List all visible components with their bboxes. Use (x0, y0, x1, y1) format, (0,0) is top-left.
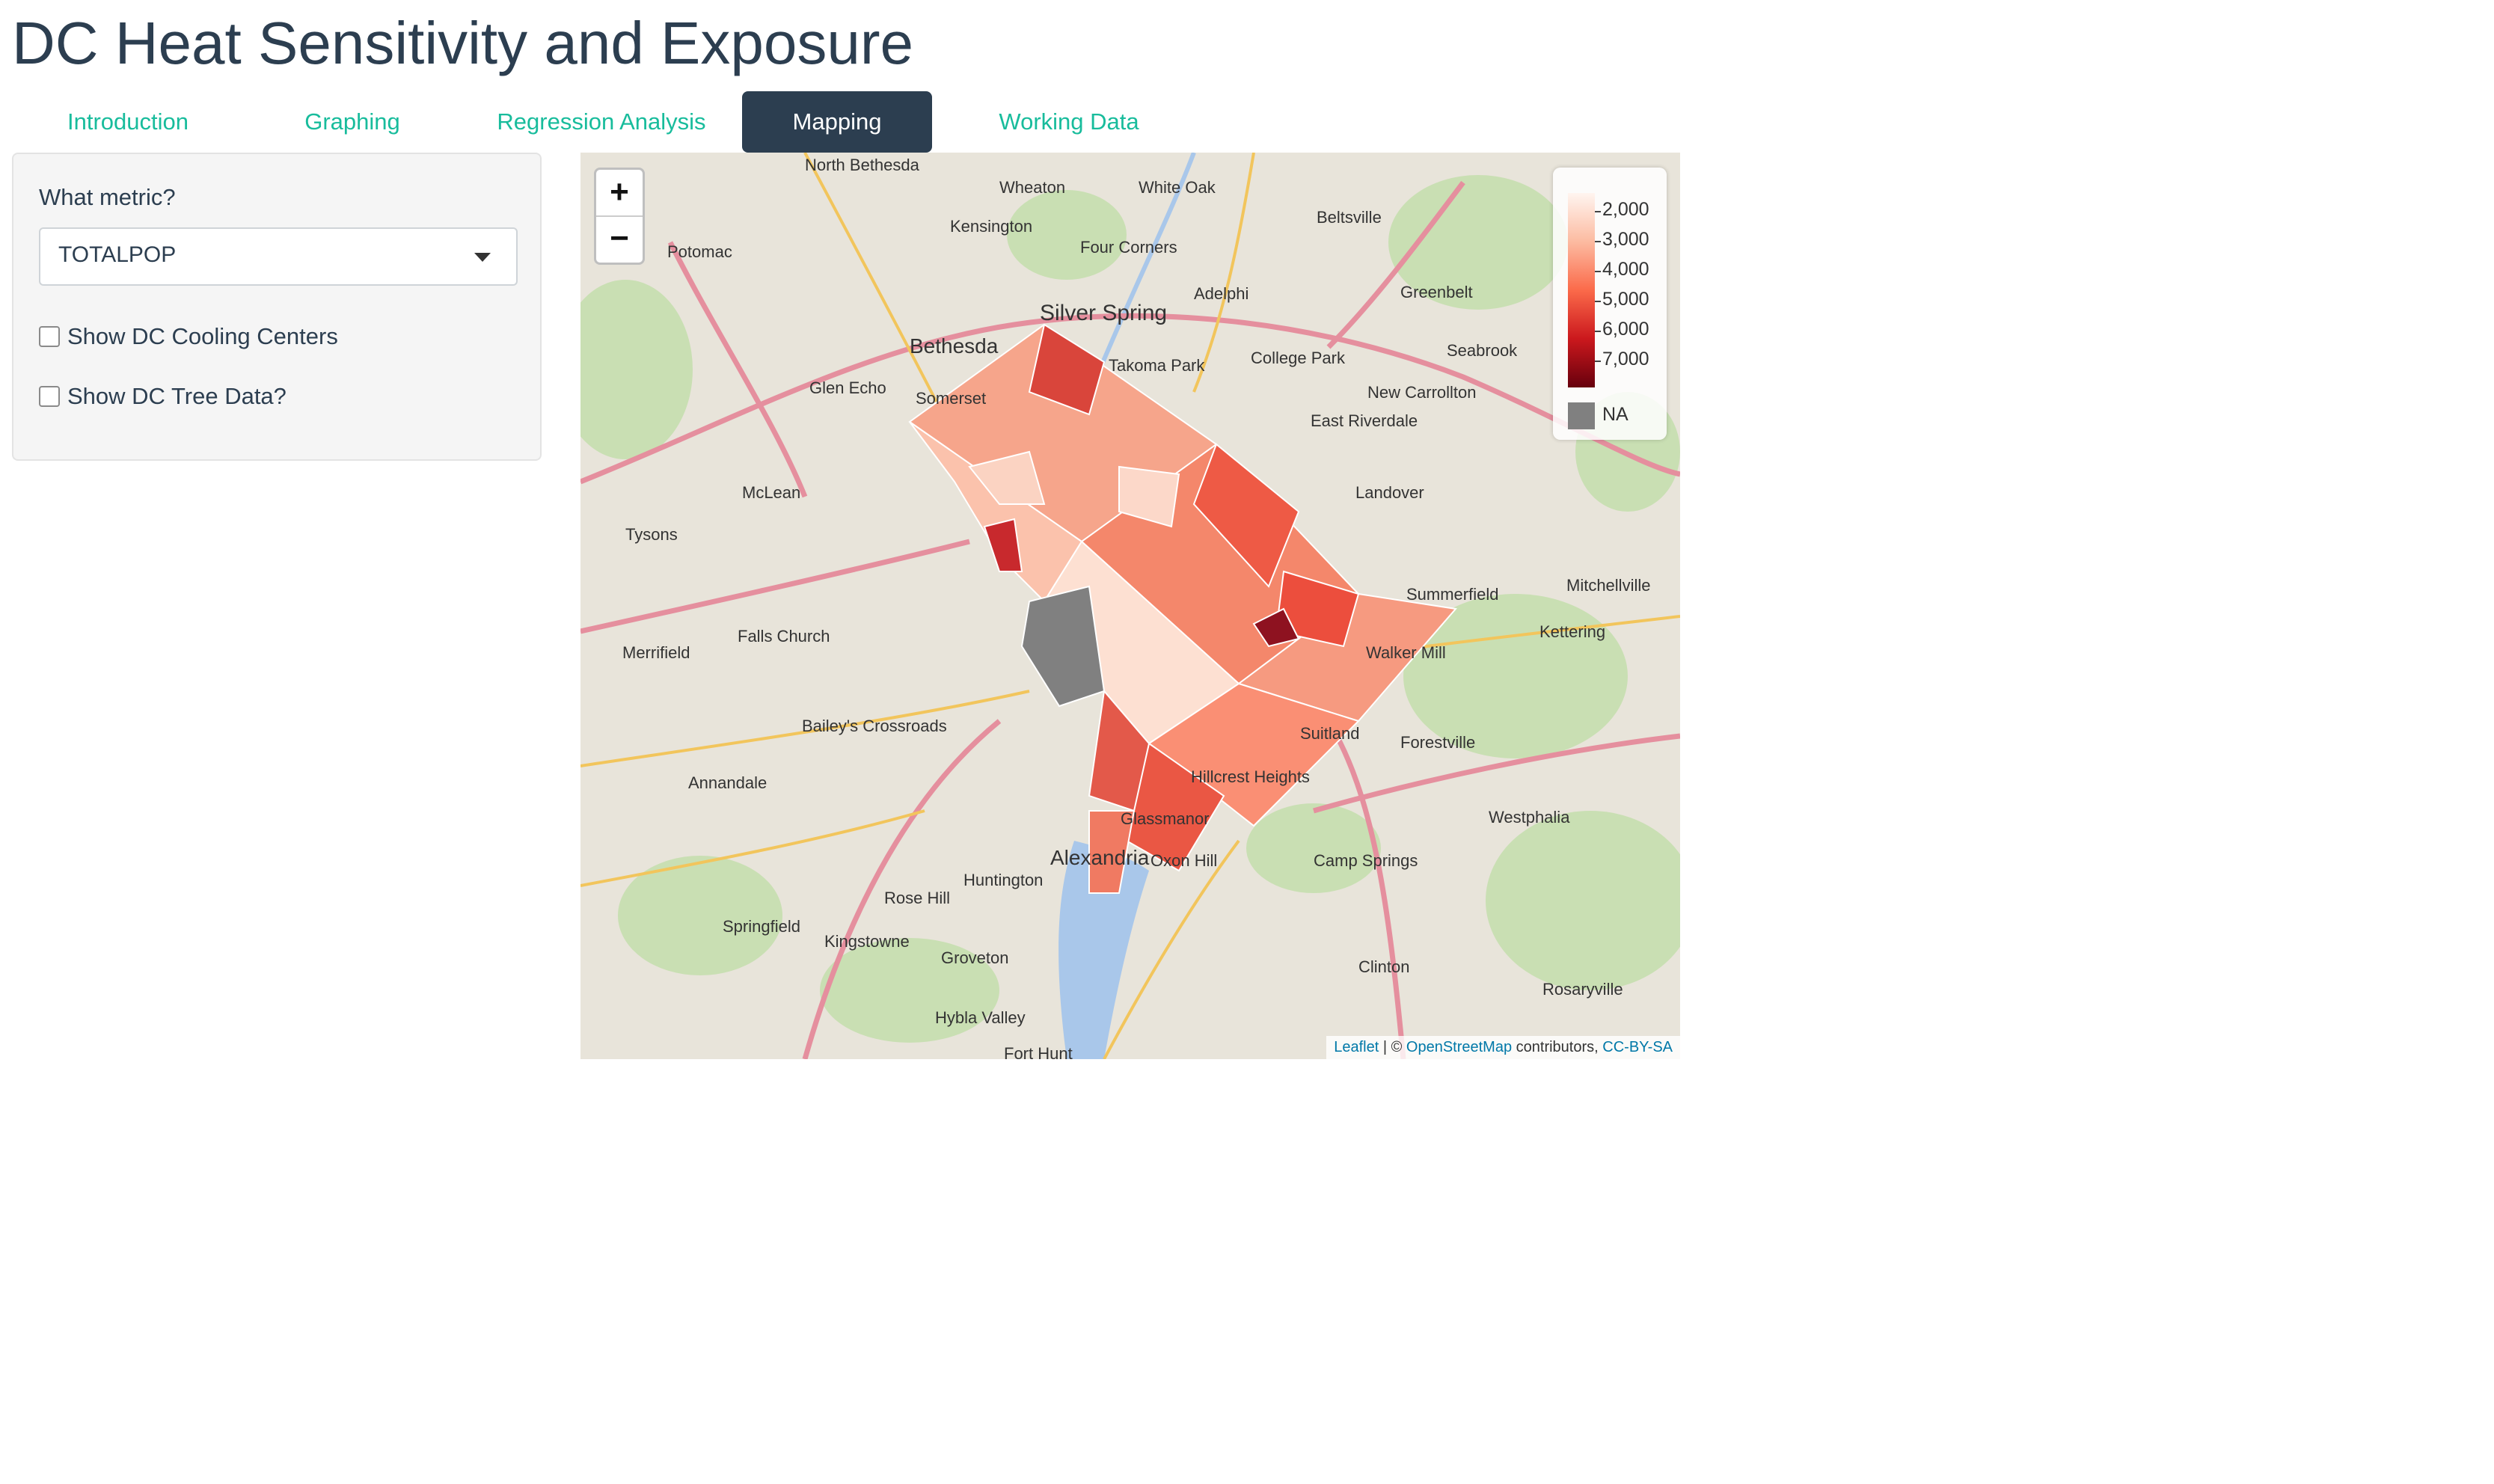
place-label: Springfield (723, 917, 800, 936)
place-label: Bethesda (910, 334, 999, 358)
place-label: Tysons (625, 525, 678, 544)
place-label: Seabrook (1447, 341, 1518, 360)
legend-tick (1595, 241, 1601, 242)
place-label: Glassmanor (1121, 809, 1210, 828)
legend-na-swatch (1568, 402, 1595, 429)
place-label: McLean (742, 483, 800, 502)
attribution-contributors: contributors, (1512, 1039, 1603, 1055)
legend-tick (1595, 301, 1601, 302)
place-label: Walker Mill (1366, 643, 1446, 662)
page-title: DC Heat Sensitivity and Exposure (12, 10, 913, 76)
sidebar-panel: What metric? TOTALPOP Show DC Cooling Ce… (12, 153, 542, 461)
legend-tick (1595, 361, 1601, 362)
place-label: Wheaton (999, 178, 1065, 197)
legend-na-label: NA (1602, 404, 1629, 425)
legend-label: 6,000 (1602, 319, 1649, 340)
place-label: New Carrollton (1367, 383, 1477, 402)
place-label: Somerset (916, 389, 986, 408)
place-label: White Oak (1139, 178, 1216, 197)
tree-data-checkbox[interactable] (39, 386, 60, 407)
attribution-separator: | © (1379, 1039, 1406, 1055)
tab-graphing[interactable]: Graphing (244, 91, 461, 153)
place-label: Alexandria (1050, 846, 1150, 869)
chevron-down-icon (474, 253, 491, 262)
zoom-control: + − (594, 168, 645, 265)
place-label: Westphalia (1489, 808, 1570, 827)
cooling-centers-label: Show DC Cooling Centers (67, 323, 338, 349)
zoom-out-button[interactable]: − (596, 216, 643, 262)
place-label: Bailey's Crossroads (802, 717, 947, 735)
place-label: Silver Spring (1040, 301, 1167, 325)
tree-data-label: Show DC Tree Data? (67, 383, 287, 409)
place-label: Oxon Hill (1151, 851, 1217, 870)
legend-label: 3,000 (1602, 229, 1649, 250)
place-label: Rosaryville (1542, 980, 1623, 999)
place-label: College Park (1251, 349, 1346, 367)
place-label: Kettering (1539, 622, 1605, 641)
legend-tick (1595, 211, 1601, 212)
legend-tick (1595, 331, 1601, 332)
basemap: North Bethesda Wheaton White Oak Beltsvi… (580, 153, 1680, 1059)
leaflet-map[interactable]: North Bethesda Wheaton White Oak Beltsvi… (580, 153, 1680, 1059)
place-label: Suitland (1300, 724, 1360, 743)
metric-label: What metric? (39, 184, 176, 210)
place-label: Huntington (963, 871, 1043, 889)
place-label: Glen Echo (809, 378, 886, 397)
place-label: East Riverdale (1311, 411, 1418, 430)
tab-working-data[interactable]: Working Data (953, 91, 1185, 153)
legend-label: 7,000 (1602, 349, 1649, 370)
place-label: Greenbelt (1400, 283, 1473, 301)
osm-link[interactable]: OpenStreetMap (1406, 1039, 1512, 1055)
place-label: Kensington (950, 217, 1032, 236)
legend-label: 5,000 (1602, 289, 1649, 310)
legend-gradient (1568, 193, 1595, 387)
place-label: Potomac (667, 242, 732, 261)
place-label: Forestville (1400, 733, 1475, 752)
place-label: Beltsville (1317, 208, 1382, 227)
legend-label: 4,000 (1602, 259, 1649, 280)
map-attribution: Leaflet | © OpenStreetMap contributors, … (1326, 1036, 1680, 1059)
leaflet-link[interactable]: Leaflet (1334, 1039, 1379, 1055)
map-legend: 2,000 3,000 4,000 5,000 6,000 7,000 NA (1553, 168, 1667, 440)
place-label: Falls Church (738, 627, 830, 646)
place-label: Camp Springs (1314, 851, 1418, 870)
place-label: Groveton (941, 948, 1009, 967)
place-label: Merrifield (622, 643, 690, 662)
metric-select-value: TOTALPOP (58, 242, 177, 267)
tab-regression-analysis[interactable]: Regression Analysis (461, 91, 742, 153)
place-label: Landover (1355, 483, 1424, 502)
tab-bar: Introduction Graphing Regression Analysi… (12, 91, 1179, 153)
place-label: Fort Hunt (1004, 1044, 1073, 1059)
legend-label: 2,000 (1602, 199, 1649, 220)
place-label: Clinton (1358, 957, 1409, 976)
place-label: Four Corners (1080, 238, 1177, 257)
place-label: Kingstowne (824, 932, 910, 951)
place-label: Hybla Valley (935, 1008, 1026, 1027)
cooling-centers-checkbox[interactable] (39, 326, 60, 347)
place-label: Summerfield (1406, 585, 1498, 604)
place-label: Rose Hill (884, 889, 950, 907)
place-label: Takoma Park (1109, 356, 1205, 375)
place-label: Adelphi (1194, 284, 1248, 303)
legend-tick (1595, 271, 1601, 272)
place-label: Annandale (688, 773, 767, 792)
place-label: North Bethesda (805, 156, 920, 174)
place-label: Hillcrest Heights (1191, 767, 1310, 786)
license-link[interactable]: CC-BY-SA (1602, 1039, 1673, 1055)
tab-mapping[interactable]: Mapping (742, 91, 932, 153)
place-label: Mitchellville (1566, 576, 1650, 595)
tab-introduction[interactable]: Introduction (12, 91, 244, 153)
zoom-in-button[interactable]: + (596, 170, 643, 217)
metric-select[interactable]: TOTALPOP (39, 227, 518, 286)
